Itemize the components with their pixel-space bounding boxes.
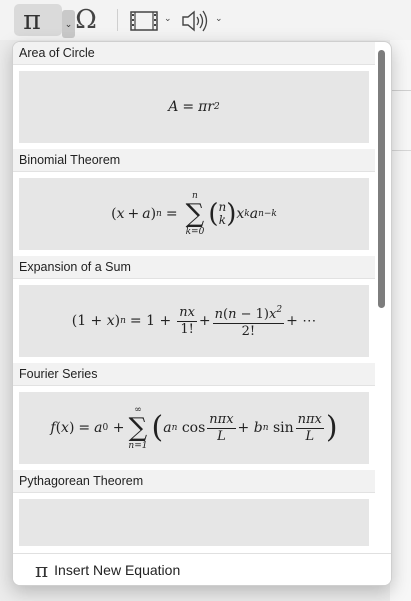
- toolbar-divider: [117, 9, 118, 31]
- film-icon[interactable]: [130, 10, 160, 32]
- equation-formula: (1 + x) n = 1 + nx 1! + n(n − 1)x2 2! + ⋯: [72, 302, 317, 340]
- equation-button[interactable]: π ⌄: [14, 4, 75, 38]
- speaker-icon[interactable]: [180, 8, 210, 34]
- section-header: Fourier Series: [13, 363, 375, 386]
- equation-list: Area of Circle A = πr 2 Binomial Theorem …: [13, 42, 375, 546]
- document-divider: [390, 150, 411, 151]
- document-divider: [390, 90, 411, 91]
- equation-formula: A = πr 2: [168, 99, 220, 115]
- insert-new-equation-button[interactable]: π Insert New Equation: [13, 553, 391, 585]
- toolbar: π ⌄ Ω ⌄ ⌄: [0, 0, 411, 40]
- section-header: Binomial Theorem: [13, 149, 375, 172]
- equation-card-pythagorean-theorem[interactable]: a2 + b2 = c2: [19, 499, 369, 546]
- pi-icon: π: [35, 558, 49, 582]
- chevron-down-icon[interactable]: ⌄: [215, 13, 223, 24]
- equation-card-expansion-of-a-sum[interactable]: (1 + x) n = 1 + nx 1! + n(n − 1)x2 2! + ⋯: [19, 285, 369, 357]
- equation-card-area-of-circle[interactable]: A = πr 2: [19, 71, 369, 143]
- section-header: Expansion of a Sum: [13, 256, 375, 279]
- section-header: Area of Circle: [13, 42, 375, 65]
- equation-gallery-popup: Area of Circle A = πr 2 Binomial Theorem …: [12, 41, 392, 586]
- chevron-down-icon[interactable]: ⌄: [164, 13, 172, 24]
- equation-formula: f(x) = a0 + ∞ ∑ n=1 (a n cos nπx L + bn sin …: [50, 405, 338, 451]
- equation-card-fourier-series[interactable]: f(x) = a0 + ∞ ∑ n=1 (a n cos nπx L + bn sin …: [19, 392, 369, 464]
- insert-new-equation-label: Insert New Equation: [54, 562, 181, 578]
- pi-icon: π: [23, 4, 41, 36]
- equation-formula: (x + a) n = n ∑ k=0 (n k) x k a n−k: [111, 191, 277, 237]
- equation-card-binomial-theorem[interactable]: (x + a) n = n ∑ k=0 (n k) x k a n−k: [19, 178, 369, 250]
- document-background: [390, 40, 411, 601]
- scrollbar[interactable]: [375, 46, 389, 546]
- omega-icon[interactable]: Ω: [70, 5, 102, 35]
- section-header: Pythagorean Theorem: [13, 470, 375, 493]
- scroll-thumb[interactable]: [378, 50, 385, 308]
